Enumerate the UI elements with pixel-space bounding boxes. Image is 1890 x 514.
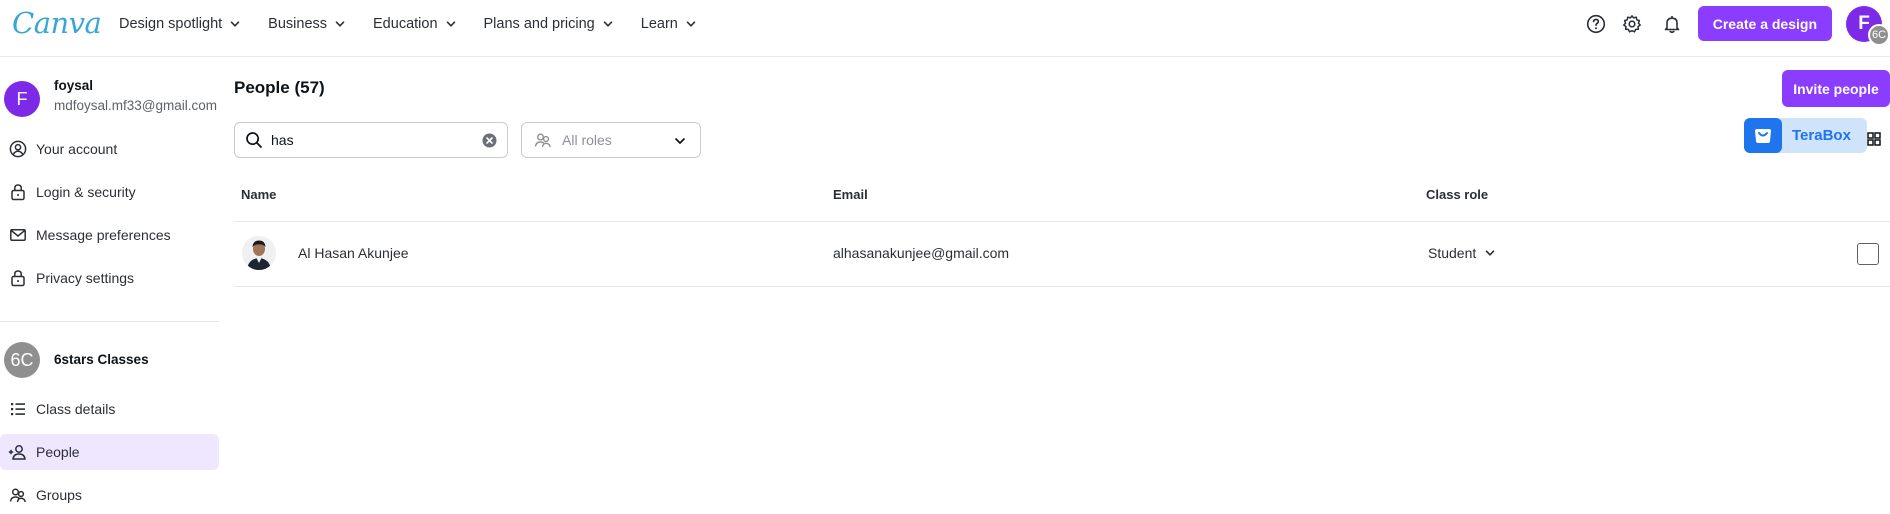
notification-bell-icon[interactable] [1660, 12, 1684, 36]
search-icon [246, 132, 262, 148]
column-header-email[interactable]: Email [833, 187, 868, 202]
account-avatar[interactable]: F 6C [1846, 5, 1890, 46]
page-title: People (57) [234, 78, 325, 97]
nav-plans-and-pricing[interactable]: Plans and pricing [484, 0, 613, 47]
grid-view-icon[interactable] [1867, 132, 1881, 146]
sidebar-item-login-security[interactable]: Login & security [0, 174, 219, 210]
sidebar-item-privacy-settings[interactable]: Privacy settings [0, 260, 219, 296]
user-circle-icon [8, 139, 28, 159]
terabox-extension-button[interactable]: TeraBox [1744, 118, 1867, 153]
sidebar-item-label: People [36, 444, 80, 460]
chevron-down-icon [675, 138, 685, 144]
member-avatar [242, 236, 276, 270]
nav-business[interactable]: Business [268, 0, 345, 47]
terabox-logo-icon [1744, 118, 1782, 153]
clear-search-icon[interactable] [482, 133, 497, 148]
create-design-button[interactable]: Create a design [1697, 6, 1832, 41]
mail-icon [8, 225, 28, 245]
chevron-down-icon [335, 20, 345, 27]
table-row-divider [234, 286, 1890, 287]
top-navigation-bar: Canva Design spotlight Business Educatio… [0, 0, 1890, 57]
main-nav: Design spotlight Business Education Plan… [119, 0, 724, 47]
nav-label: Business [268, 15, 328, 32]
nav-label: Education [373, 15, 438, 32]
row-select-checkbox[interactable] [1857, 243, 1879, 265]
sidebar-item-label: Your account [36, 141, 118, 157]
invite-people-button[interactable]: Invite people [1782, 70, 1890, 107]
people-add-icon [8, 442, 28, 462]
chevron-down-icon [230, 20, 240, 27]
member-role-label: Student [1428, 245, 1477, 261]
sidebar-item-message-preferences[interactable]: Message preferences [0, 217, 219, 253]
chevron-down-icon [1485, 250, 1495, 256]
sidebar-item-label: Class details [36, 401, 116, 417]
people-icon [534, 133, 551, 148]
column-header-class-role[interactable]: Class role [1426, 187, 1488, 202]
chevron-down-icon [603, 20, 613, 27]
member-role-dropdown[interactable]: Student [1428, 245, 1495, 261]
roles-filter-label: All roles [562, 132, 612, 148]
lock-icon [8, 268, 28, 288]
member-name: Al Hasan Akunjee [298, 245, 409, 261]
team-profile: 6C 6stars Classes [4, 342, 220, 382]
roles-filter-dropdown[interactable]: All roles [521, 122, 701, 158]
nav-design-spotlight[interactable]: Design spotlight [119, 0, 240, 47]
team-avatar-badge: 6C [1868, 23, 1890, 46]
nav-learn[interactable]: Learn [641, 0, 696, 47]
lock-icon [8, 182, 28, 202]
search-input[interactable] [271, 132, 471, 148]
sidebar-item-label: Privacy settings [36, 270, 135, 286]
sidebar-divider [0, 321, 219, 322]
sidebar-item-class-details[interactable]: Class details [0, 391, 219, 427]
table-header-divider [234, 221, 1890, 222]
column-header-name[interactable]: Name [241, 187, 276, 202]
sidebar-item-your-account[interactable]: Your account [0, 131, 219, 167]
nav-label: Plans and pricing [483, 15, 595, 32]
nav-education[interactable]: Education [373, 0, 456, 47]
list-icon [8, 399, 28, 419]
sidebar-item-people[interactable]: People [0, 434, 219, 470]
canva-logo[interactable]: Canva [12, 6, 102, 40]
sidebar-item-label: Login & security [36, 184, 136, 200]
groups-icon [8, 485, 28, 505]
nav-label: Design spotlight [119, 15, 223, 32]
sidebar-item-label: Message preferences [36, 227, 171, 243]
sidebar-item-label: Groups [36, 487, 82, 503]
user-profile: F foysal mdfoysal.mf33@gmail.com [4, 78, 220, 118]
member-email: alhasanakunjee@gmail.com [833, 245, 1010, 261]
nav-label: Learn [640, 15, 678, 32]
chevron-down-icon [686, 20, 696, 27]
user-avatar: F [4, 81, 40, 117]
sidebar-item-groups[interactable]: Groups [0, 477, 219, 513]
user-email: mdfoysal.mf33@gmail.com [54, 98, 218, 113]
user-name: foysal [54, 78, 94, 93]
help-icon[interactable] [1584, 12, 1608, 36]
people-search [234, 122, 508, 158]
team-name: 6stars Classes [54, 352, 149, 367]
chevron-down-icon [446, 20, 455, 27]
settings-sidebar: F foysal mdfoysal.mf33@gmail.com Your ac… [0, 58, 220, 514]
top-right-actions: Create a design F 6C [1572, 0, 1890, 47]
team-avatar: 6C [4, 342, 40, 378]
terabox-label: TeraBox [1792, 127, 1851, 144]
settings-icon[interactable] [1620, 12, 1644, 36]
